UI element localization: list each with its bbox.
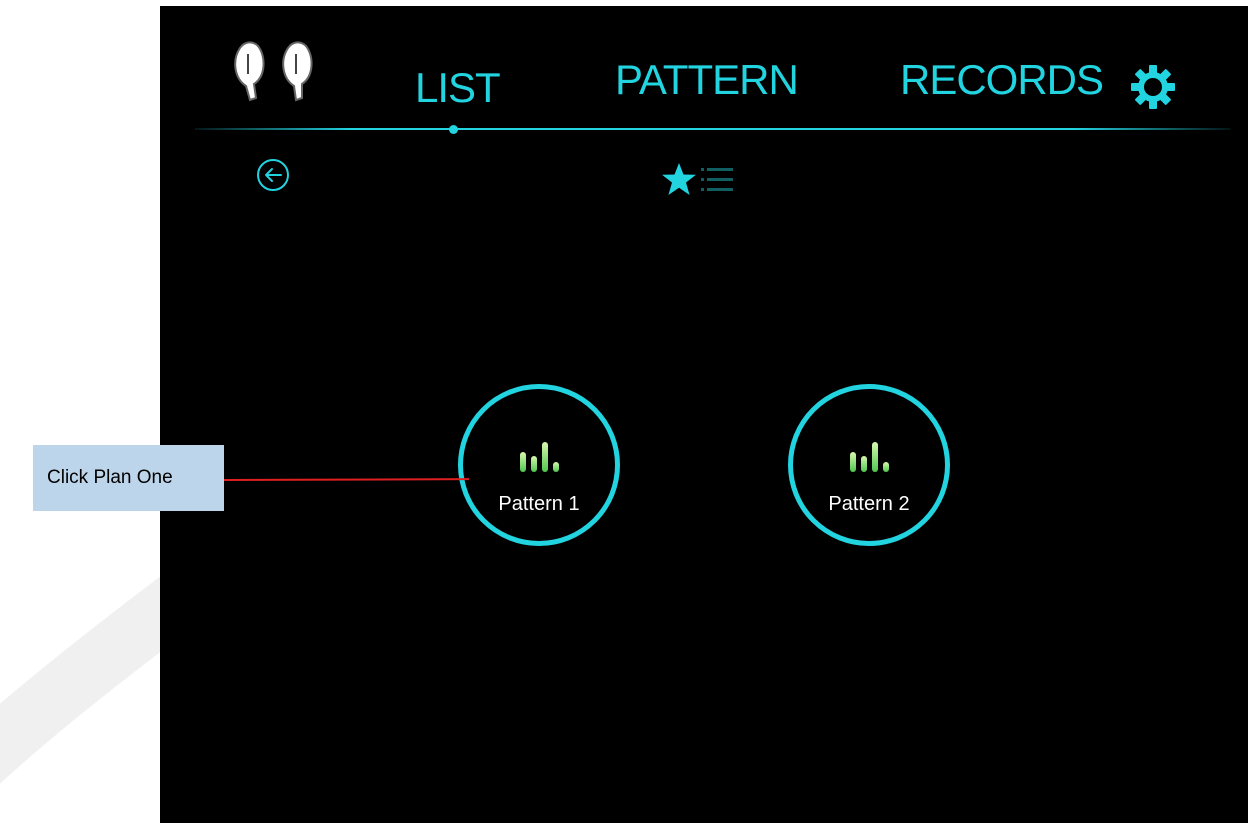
active-tab-indicator: [449, 125, 458, 134]
bars-icon: [520, 442, 559, 472]
callout-text: Click Plan One: [47, 467, 173, 488]
tab-list[interactable]: LIST: [415, 64, 501, 112]
bars-icon: [850, 442, 889, 472]
star-icon[interactable]: [661, 162, 697, 196]
tab-records[interactable]: RECORDS: [900, 56, 1104, 104]
app-screen: LIST PATTERN RECORDS Pattern 1 Pattern 2: [160, 6, 1248, 823]
gear-icon[interactable]: [1130, 64, 1176, 110]
pattern-2-label: Pattern 2: [828, 493, 910, 515]
pattern-2-button[interactable]: Pattern 2: [788, 384, 950, 546]
top-nav: LIST PATTERN RECORDS: [160, 6, 1248, 136]
pattern-1-label: Pattern 1: [498, 493, 580, 515]
tab-pattern[interactable]: PATTERN: [615, 56, 799, 104]
pattern-1-button[interactable]: Pattern 1: [458, 384, 620, 546]
list-icon[interactable]: [701, 166, 733, 194]
back-arrow-icon[interactable]: [256, 158, 290, 192]
nav-underline: [195, 128, 1230, 130]
annotation-callout: Click Plan One: [33, 445, 224, 511]
earbuds-icon[interactable]: [230, 40, 320, 110]
